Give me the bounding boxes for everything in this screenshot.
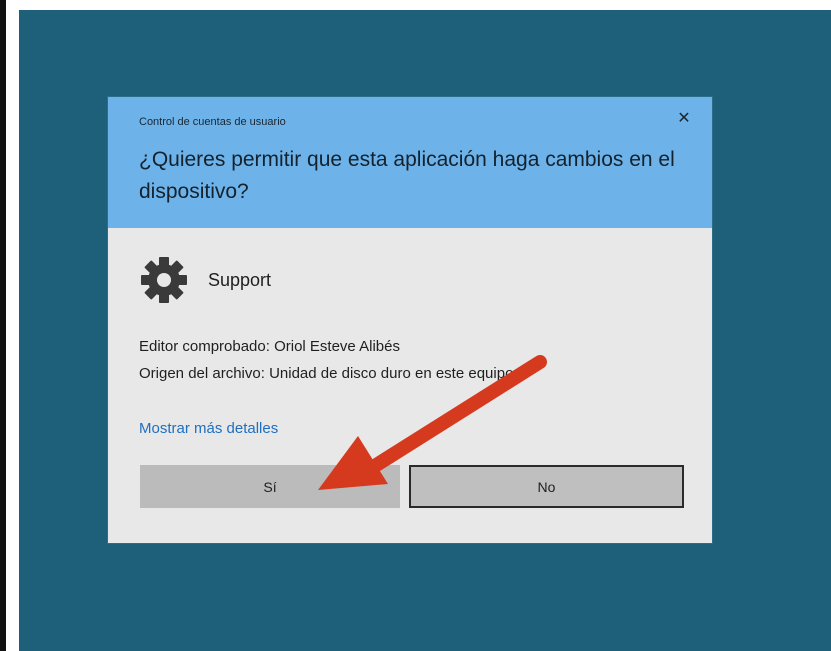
- close-icon: ✕: [677, 110, 691, 127]
- publisher-line: Editor comprobado: Oriol Esteve Alibés: [139, 338, 400, 355]
- close-button[interactable]: ✕: [672, 109, 696, 129]
- uac-dialog: Control de cuentas de usuario ✕ ¿Quieres…: [108, 97, 712, 543]
- screen-left-edge: [0, 0, 6, 651]
- yes-button[interactable]: Sí: [140, 465, 400, 508]
- dialog-question: ¿Quieres permitir que esta aplicación ha…: [139, 148, 675, 203]
- yes-button-label: Sí: [263, 478, 277, 495]
- gear-icon: [141, 257, 187, 303]
- dialog-header: Control de cuentas de usuario ✕ ¿Quieres…: [108, 97, 712, 228]
- dialog-title: Control de cuentas de usuario: [139, 116, 286, 128]
- app-info: Support: [139, 255, 271, 305]
- file-origin-line: Origen del archivo: Unidad de disco duro…: [139, 365, 514, 382]
- show-more-details-link[interactable]: Mostrar más detalles: [139, 420, 278, 437]
- no-button-label: No: [537, 478, 556, 495]
- app-name: Support: [208, 269, 272, 290]
- no-button[interactable]: No: [409, 465, 684, 508]
